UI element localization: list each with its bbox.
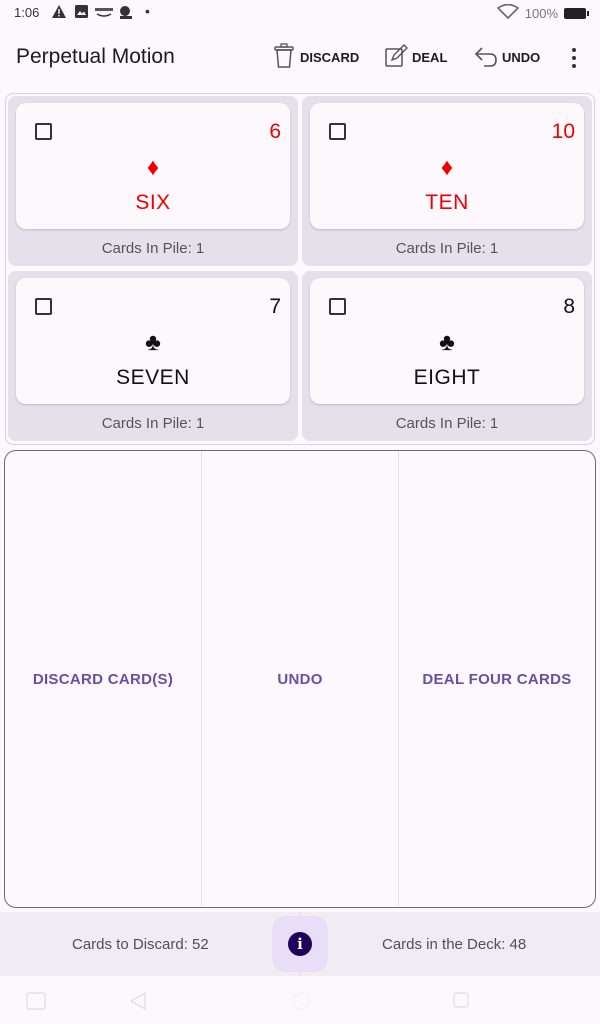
status-time: 1:06 — [14, 5, 40, 20]
pile-count: Cards In Pile: 1 — [395, 415, 499, 432]
undo-icon — [474, 43, 498, 72]
card-ten-of-diamonds[interactable]: 10 ♦ TEN — [310, 103, 584, 229]
card-name: SEVEN — [116, 366, 190, 389]
status-right: 100% — [496, 3, 589, 22]
card-name: SIX — [135, 191, 171, 214]
card-eight-of-clubs[interactable]: 8 ♣ EIGHT — [310, 278, 584, 404]
accessibility-icon[interactable] — [26, 992, 46, 1015]
club-suit-icon: ♣ — [145, 329, 161, 356]
info-button[interactable]: i — [272, 916, 328, 972]
card-rank: 6 — [269, 120, 281, 143]
info-bar: Cards to Discard: 52 i Cards in the Deck… — [0, 912, 600, 976]
info-icon: i — [288, 932, 312, 956]
pile-4: 8 ♣ EIGHT Cards In Pile: 1 — [302, 271, 592, 441]
wifi-icon — [496, 3, 519, 22]
recents-icon[interactable] — [453, 992, 469, 1013]
pile-1: 6 ♦ SIX Cards In Pile: 1 — [8, 96, 298, 266]
card-six-of-diamonds[interactable]: 6 ♦ SIX — [16, 103, 290, 229]
card-select-checkbox[interactable] — [329, 123, 346, 140]
app-title: Perpetual Motion — [16, 45, 175, 68]
discard-action-label: DISCARD — [300, 50, 360, 65]
card-select-checkbox[interactable] — [329, 298, 346, 315]
back-icon[interactable] — [129, 991, 146, 1015]
deal-action-label: DEAL — [412, 50, 448, 65]
warning-icon — [52, 5, 66, 21]
card-name: EIGHT — [413, 366, 481, 389]
pile-count: Cards In Pile: 1 — [101, 240, 205, 257]
card-name: TEN — [425, 191, 469, 214]
pile-2: 10 ♦ TEN Cards In Pile: 1 — [302, 96, 592, 266]
nav-bar — [0, 980, 600, 1024]
deal-icon — [384, 43, 408, 72]
discard-action-button[interactable]: DISCARD — [272, 43, 359, 72]
home-icon[interactable] — [292, 992, 310, 1015]
cards-in-deck-label: Cards in the Deck: 48 — [382, 936, 527, 953]
battery-percent: 100% — [524, 5, 558, 21]
card-select-checkbox[interactable] — [35, 123, 52, 140]
undo-action-button[interactable]: UNDO — [474, 43, 540, 72]
pile-3: 7 ♣ SEVEN Cards In Pile: 1 — [8, 271, 298, 441]
card-select-checkbox[interactable] — [35, 298, 52, 315]
cards-to-discard-label: Cards to Discard: 52 — [72, 936, 209, 953]
action-panel: DISCARD CARD(S) UNDO DEAL FOUR CARDS — [4, 450, 596, 908]
app-bar: Perpetual Motion DISCARD DEAL UNDO — [0, 30, 600, 86]
status-bar: 1:06 • 100% — [0, 0, 600, 26]
discard-cards-button[interactable]: DISCARD CARD(S) — [5, 451, 201, 907]
pile-count: Cards In Pile: 1 — [101, 415, 205, 432]
card-rank: 8 — [563, 295, 575, 318]
battery-icon — [564, 7, 589, 19]
diamond-suit-icon: ♦ — [146, 154, 160, 181]
deal-four-cards-button[interactable]: DEAL FOUR CARDS — [398, 451, 595, 907]
image-icon — [75, 5, 88, 21]
diamond-suit-icon: ♦ — [440, 154, 454, 181]
card-rank: 10 — [551, 120, 575, 143]
undo-button[interactable]: UNDO — [201, 451, 398, 907]
more-vert-icon[interactable] — [570, 46, 578, 68]
more-notifications-icon: • — [145, 3, 150, 19]
pile-count: Cards In Pile: 1 — [395, 240, 499, 257]
deal-action-button[interactable]: DEAL — [384, 43, 447, 72]
app-notification-icon — [117, 5, 134, 23]
club-suit-icon: ♣ — [439, 329, 455, 356]
card-seven-of-clubs[interactable]: 7 ♣ SEVEN — [16, 278, 290, 404]
card-rank: 7 — [269, 295, 281, 318]
undo-action-label: UNDO — [502, 50, 541, 65]
trash-icon — [272, 43, 296, 72]
photos-icon — [95, 5, 113, 21]
